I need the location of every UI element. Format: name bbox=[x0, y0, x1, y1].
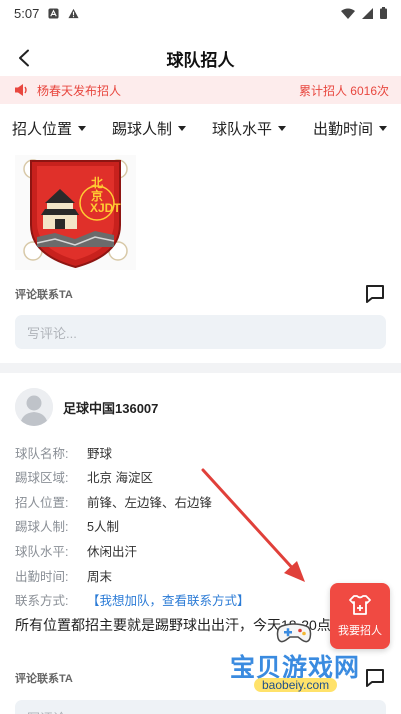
section-divider bbox=[0, 363, 401, 373]
info-value: 休闲出汗 bbox=[87, 545, 138, 559]
jersey-add-icon bbox=[349, 595, 371, 615]
comment-icon[interactable] bbox=[364, 283, 386, 305]
status-time: 5:07 bbox=[14, 5, 40, 21]
filter-format[interactable]: 踢球人制 bbox=[112, 118, 187, 139]
info-row-area: 踢球区域: 北京 海淀区 bbox=[15, 467, 153, 486]
info-label: 招人位置: bbox=[15, 496, 69, 510]
filter-format-label: 踢球人制 bbox=[112, 121, 173, 138]
caret-down-icon bbox=[178, 126, 187, 131]
post2-comment-row: 评论联系TA bbox=[15, 667, 386, 689]
notice-left: 杨春天发布招人 bbox=[14, 82, 121, 99]
post2-comment-input[interactable]: 写评论... bbox=[15, 700, 386, 714]
post1-comment-input[interactable]: 写评论... bbox=[15, 315, 386, 349]
notice-bar: 杨春天发布招人 累计招人 6016次 bbox=[0, 76, 401, 104]
info-row-team-name: 球队名称: 野球 bbox=[15, 443, 112, 462]
wifi-icon bbox=[341, 8, 355, 19]
notice-text: 杨春天发布招人 bbox=[37, 83, 122, 98]
info-value: 野球 bbox=[87, 447, 113, 461]
info-label: 球队名称: bbox=[15, 447, 69, 461]
back-button[interactable] bbox=[10, 44, 38, 72]
status-left: 5:07 bbox=[14, 6, 79, 21]
filter-position[interactable]: 招人位置 bbox=[12, 118, 87, 139]
caret-down-icon bbox=[278, 126, 287, 131]
team-badge-image[interactable]: 北京XJDT bbox=[15, 155, 136, 270]
recruit-fab-label: 我要招人 bbox=[338, 625, 382, 637]
comment-icon[interactable] bbox=[364, 667, 386, 689]
filter-level-label: 球队水平 bbox=[212, 121, 273, 138]
info-row-format: 踢球人制: 5人制 bbox=[15, 516, 119, 535]
filter-bar: 招人位置 踢球人制 球队水平 出勤时间 bbox=[0, 112, 401, 144]
info-label: 出勤时间: bbox=[15, 570, 69, 584]
post2-user-row[interactable]: 足球中国136007 bbox=[15, 388, 158, 426]
status-right bbox=[341, 7, 387, 19]
signal-icon bbox=[362, 7, 373, 19]
post1-comment-row: 评论联系TA bbox=[15, 283, 386, 305]
battery-icon bbox=[380, 7, 387, 19]
info-value: 北京 海淀区 bbox=[87, 471, 153, 485]
info-row-attendance: 出勤时间: 周末 bbox=[15, 566, 112, 585]
view-contact-link[interactable]: 【我想加队，查看联系方式】 bbox=[87, 590, 250, 609]
warning-icon bbox=[68, 8, 79, 18]
avatar-placeholder-icon bbox=[15, 388, 53, 426]
nav-bar: 球队招人 bbox=[0, 36, 401, 80]
filter-position-label: 招人位置 bbox=[12, 121, 73, 138]
caret-down-icon bbox=[379, 126, 388, 131]
username[interactable]: 足球中国136007 bbox=[63, 398, 158, 417]
total-recruit-count: 累计招人 6016次 bbox=[298, 83, 389, 98]
post1-comment-label: 评论联系TA bbox=[15, 289, 73, 301]
info-value: 5人制 bbox=[87, 520, 119, 534]
megaphone-icon bbox=[15, 84, 27, 96]
info-label: 踢球人制: bbox=[15, 520, 69, 534]
info-label: 联系方式: bbox=[15, 594, 69, 608]
info-row-positions: 招人位置: 前锋、左边锋、右边锋 bbox=[15, 492, 212, 511]
chevron-left-icon bbox=[19, 49, 29, 67]
filter-attendance[interactable]: 出勤时间 bbox=[313, 118, 388, 139]
status-bar: 5:07 bbox=[0, 0, 401, 26]
info-value: 前锋、左边锋、右边锋 bbox=[87, 496, 213, 510]
post2-comment-label: 评论联系TA bbox=[15, 673, 73, 685]
info-row-level: 球队水平: 休闲出汗 bbox=[15, 541, 137, 560]
info-value: 周末 bbox=[87, 570, 113, 584]
page-title: 球队招人 bbox=[166, 50, 235, 70]
team-badge-text: 北京XJDT bbox=[90, 176, 121, 215]
info-label: 踢球区域: bbox=[15, 471, 69, 485]
filter-attendance-label: 出勤时间 bbox=[313, 121, 374, 138]
caret-down-icon bbox=[78, 126, 87, 131]
info-row-contact: 联系方式: 【我想加队，查看联系方式】 bbox=[15, 590, 250, 609]
avatar[interactable] bbox=[15, 388, 53, 426]
notification-a-icon bbox=[48, 7, 59, 19]
filter-level[interactable]: 球队水平 bbox=[212, 118, 287, 139]
recruit-fab-button[interactable]: 我要招人 bbox=[330, 583, 390, 649]
info-label: 球队水平: bbox=[15, 545, 69, 559]
